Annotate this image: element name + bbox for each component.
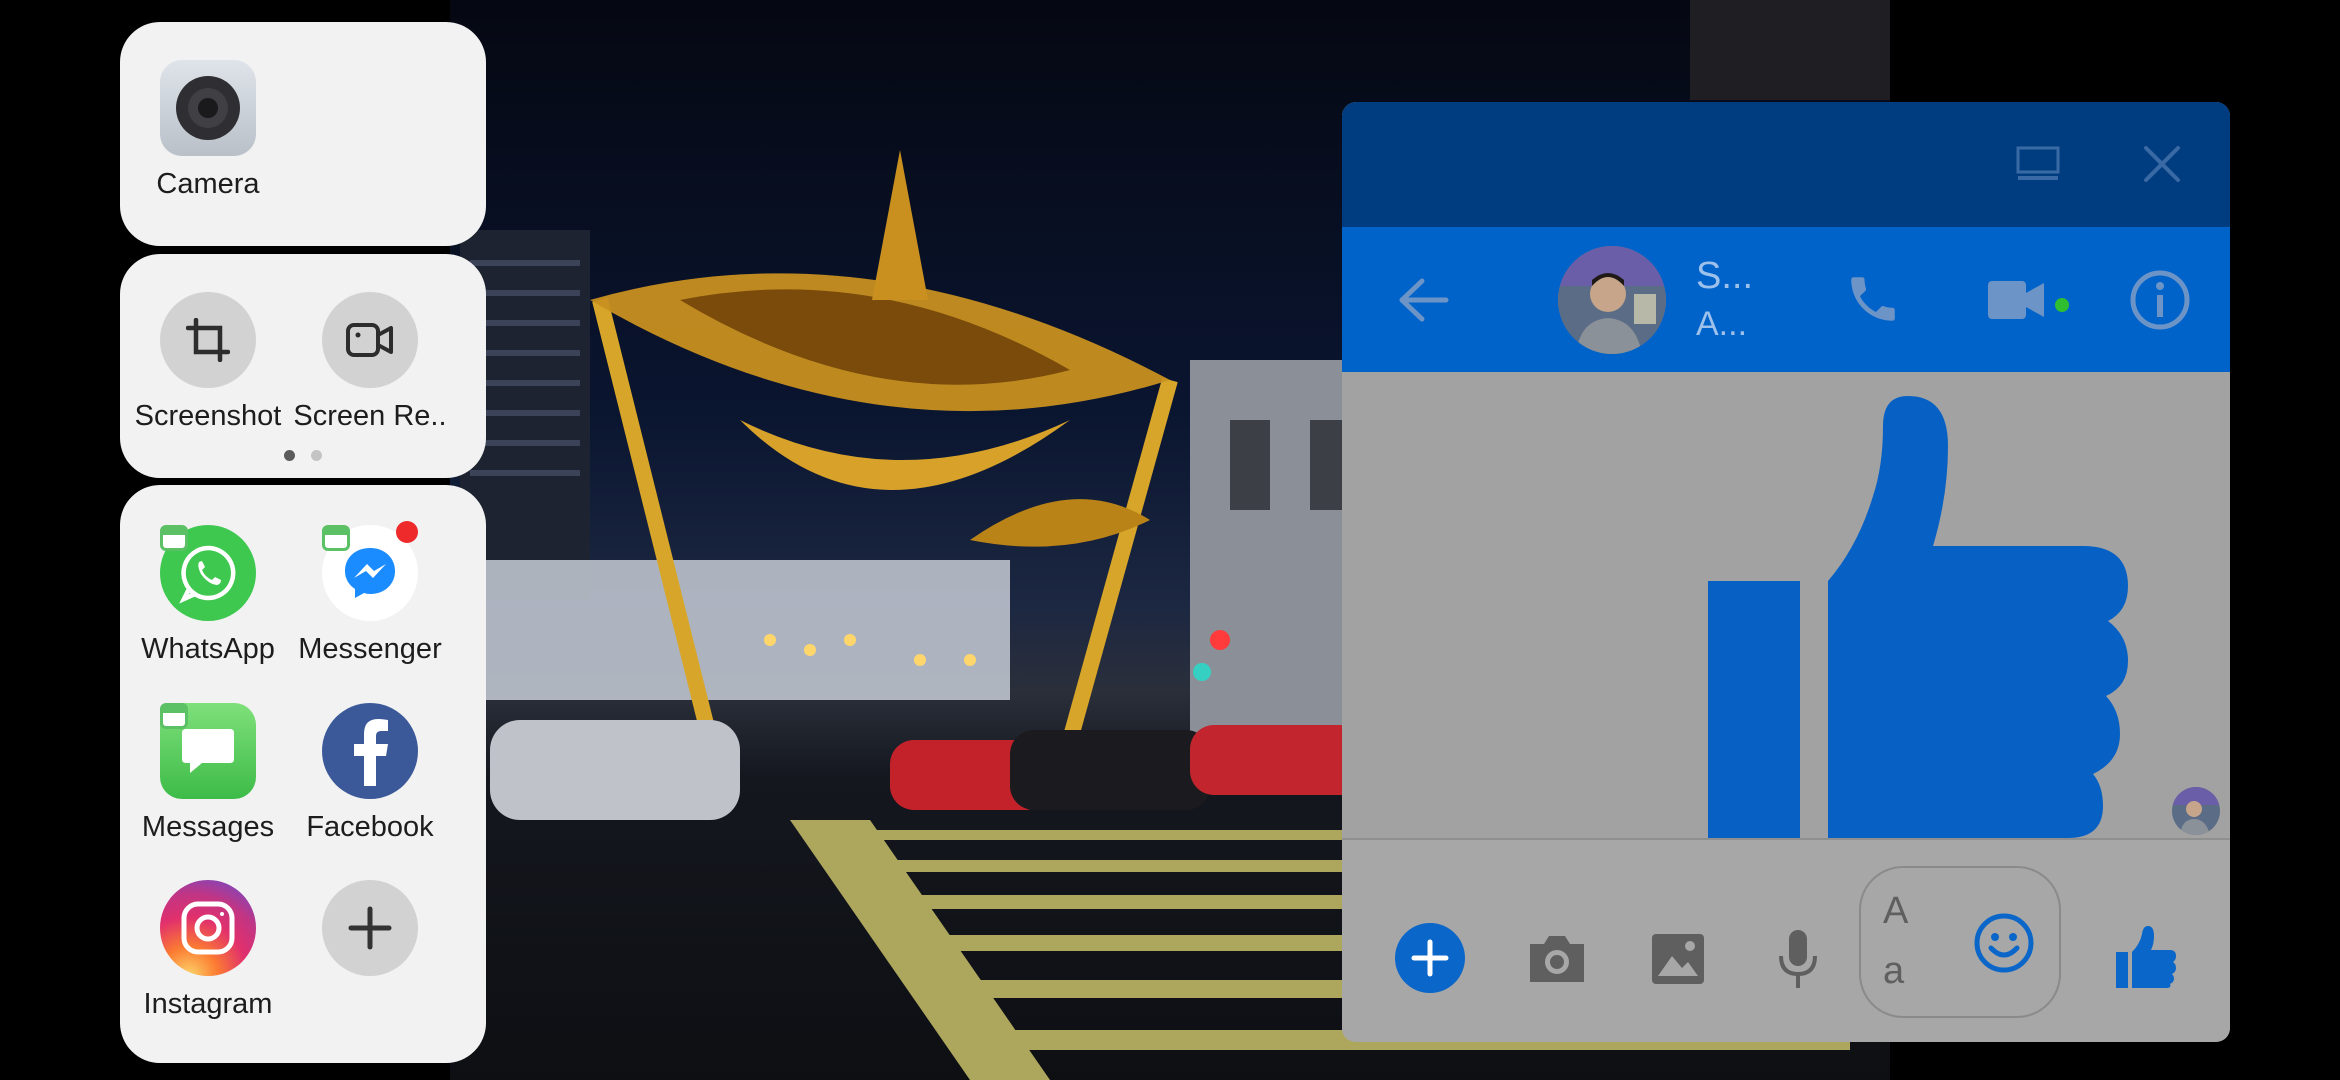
contact-avatar[interactable]: [1558, 246, 1666, 354]
emoji-icon[interactable]: [1973, 912, 2035, 974]
crop-icon: [160, 292, 256, 388]
add-icon: [322, 880, 418, 976]
messenger-app[interactable]: Messenger: [285, 521, 455, 666]
message-thread[interactable]: [1342, 372, 2230, 838]
online-status-dot: [2055, 298, 2069, 312]
read-receipt-avatar: [2172, 787, 2220, 835]
instagram-icon: [160, 880, 256, 976]
whatsapp-icon: [160, 525, 256, 621]
microphone-icon[interactable]: [1775, 928, 1821, 990]
gallery-icon[interactable]: [1650, 932, 1706, 986]
instagram-app[interactable]: Instagram: [123, 880, 293, 1021]
facebook-icon: [322, 703, 418, 799]
messages-icon: [160, 703, 256, 799]
popup-titlebar[interactable]: [1342, 102, 2230, 227]
message-input[interactable]: A a: [1859, 866, 2061, 1018]
popup-view-icon: [160, 703, 188, 729]
like-button-icon[interactable]: [2114, 924, 2178, 990]
messenger-popup-window: S... A... A a: [1342, 102, 2230, 1042]
camera-icon[interactable]: [1526, 930, 1588, 986]
facebook-label: Facebook: [306, 811, 434, 843]
conversation-header: S... A...: [1342, 227, 2230, 372]
messages-app[interactable]: Messages: [123, 703, 293, 844]
whatsapp-app[interactable]: WhatsApp: [123, 525, 293, 666]
popup-view-icon: [322, 525, 350, 551]
messenger-label: Messenger: [298, 633, 442, 665]
message-composer: A a: [1342, 838, 2230, 1042]
video-call-icon[interactable]: [1986, 277, 2048, 323]
page-dot-active: [283, 450, 295, 461]
add-attachment-icon[interactable]: [1394, 922, 1466, 994]
contact-name[interactable]: S...: [1696, 255, 1753, 298]
contact-status: A...: [1696, 305, 1748, 343]
screenshot-label: Screenshot: [134, 400, 282, 432]
large-like-sticker: [1708, 396, 2128, 838]
screen-recorder-tool[interactable]: Screen Re..: [285, 292, 455, 433]
messages-label: Messages: [141, 811, 275, 843]
close-icon[interactable]: [2142, 144, 2182, 184]
video-camera-icon: [322, 292, 418, 388]
camera-app[interactable]: Camera: [123, 60, 293, 201]
instagram-label: Instagram: [143, 988, 273, 1020]
whatsapp-label: WhatsApp: [141, 633, 275, 665]
back-arrow-icon[interactable]: [1398, 277, 1450, 323]
screenshot-tool[interactable]: Screenshot: [123, 292, 293, 433]
messenger-icon: [322, 521, 418, 621]
info-icon[interactable]: [2129, 269, 2191, 331]
input-placeholder-line1: A: [1883, 890, 1909, 932]
edge-panel-tools: Screenshot Screen Re..: [120, 254, 486, 478]
input-placeholder-line2: a: [1883, 950, 1905, 992]
phone-icon[interactable]: [1844, 270, 1902, 328]
notification-badge: [396, 521, 418, 543]
camera-label: Camera: [156, 168, 260, 200]
page-indicator: [120, 448, 486, 466]
minimize-window-icon[interactable]: [2016, 146, 2060, 182]
popup-view-icon: [160, 525, 188, 551]
page-dot: [311, 450, 323, 461]
camera-icon: [160, 60, 256, 156]
add-app-button[interactable]: [285, 880, 455, 988]
edge-panel-apps: WhatsApp Messenger Messages Facebook Ins…: [120, 485, 486, 1063]
edge-panel-camera: Camera: [120, 22, 486, 246]
screen-recorder-label: Screen Re..: [293, 400, 447, 432]
facebook-app[interactable]: Facebook: [285, 703, 455, 844]
